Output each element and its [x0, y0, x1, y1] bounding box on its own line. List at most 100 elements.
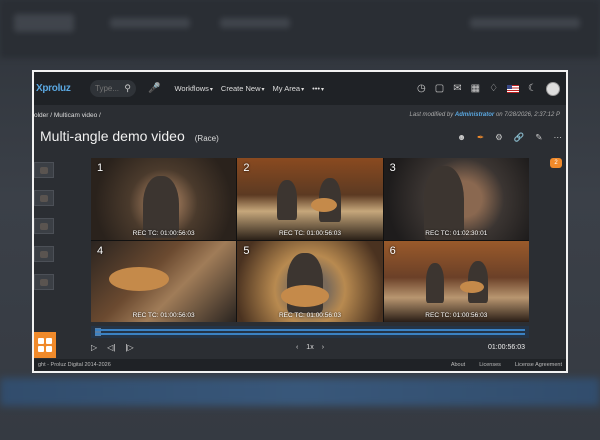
copyright: ght - Proluz Digital 2014-2026 [38, 362, 111, 368]
settings-icon[interactable]: ⚙ [495, 132, 503, 143]
chevron-down-icon: ▾ [261, 87, 265, 93]
breadcrumb-current[interactable]: Multicam video [54, 112, 97, 119]
chevron-down-icon: ▾ [301, 87, 305, 93]
camera-view-5[interactable]: 5 REC TC: 01:00:56:03 [237, 240, 383, 322]
edit-icon[interactable]: ✎ [535, 132, 542, 143]
grid-square [38, 338, 44, 344]
speed-down-icon[interactable]: ‹ [296, 344, 298, 351]
speed-value: 1x [306, 343, 314, 351]
mail-icon[interactable]: ✉ [453, 83, 461, 94]
chevron-down-icon: ▾ [209, 87, 213, 93]
menu-create-new[interactable]: Create New▾ [221, 84, 265, 93]
blurred-logo [14, 14, 74, 32]
camera-view-4[interactable]: 4 REC TC: 01:00:56:03 [91, 240, 237, 322]
performer-figure [277, 180, 298, 220]
camera-timecode: REC TC: 01:02:30:01 [425, 229, 488, 237]
menu-more-label: ••• [312, 84, 320, 93]
camera-timecode: REC TC: 01:00:56:03 [132, 229, 195, 237]
page-subtitle: (Race) [194, 134, 219, 143]
timeline-track [95, 333, 525, 335]
camera-timecode: REC TC: 01:00:56:03 [278, 229, 341, 237]
chevron-down-icon: ▾ [320, 87, 324, 93]
share-users-icon[interactable]: ☻ [457, 132, 466, 143]
bell-icon[interactable]: ♢ [489, 83, 498, 94]
camera-number: 2 [243, 162, 250, 174]
menu-my-area-label: My Area [272, 84, 301, 93]
action-toolbar: ☻ ✒ ⚙ 🔗 ✎ ⋯ [457, 132, 562, 143]
blurred-timeline [0, 378, 600, 406]
performer-figure [423, 166, 464, 240]
camera-number: 1 [97, 162, 104, 174]
multicam-grid: 1 REC TC: 01:00:56:03 2 REC TC: 01:00:56… [91, 158, 529, 322]
footer-links: About Licenses License Agreement [451, 362, 562, 368]
notification-badge[interactable]: 2 [550, 158, 562, 168]
menu-workflows[interactable]: Workflows▾ [174, 84, 212, 93]
blurred-topbar [0, 0, 600, 58]
guitar [281, 284, 330, 307]
footer-link-license-agreement[interactable]: License Agreement [515, 362, 562, 368]
speed-control: ‹ 1x › [296, 344, 324, 351]
camera-view-2[interactable]: 2 REC TC: 01:00:56:03 [237, 158, 383, 240]
grid-square [38, 346, 44, 352]
grid-square [46, 346, 52, 352]
modified-user[interactable]: Administrator [455, 112, 494, 118]
speed-up-icon[interactable]: › [322, 344, 324, 351]
camera-number: 4 [97, 244, 104, 257]
modified-suffix: on 7/28/2026, 2:37:12 P [495, 112, 560, 118]
grid-square [46, 338, 52, 344]
breadcrumb: older / Multicam video / [34, 112, 101, 119]
camera-number: 3 [389, 162, 396, 174]
app-logo[interactable]: Xproluz [36, 83, 86, 94]
search-input[interactable] [95, 84, 119, 93]
thumbnail[interactable] [34, 162, 54, 178]
guitar [459, 280, 484, 293]
calendar-icon[interactable]: ▦ [471, 83, 480, 94]
camera-timecode: REC TC: 01:00:56:03 [278, 312, 341, 319]
apps-grid-button[interactable] [34, 332, 56, 358]
title-row: Multi-angle demo video (Race) [40, 128, 219, 144]
duration-readout: 01:00:56:03 [488, 343, 525, 351]
more-icon[interactable]: ⋯ [554, 132, 563, 143]
thumbnail[interactable] [34, 274, 54, 290]
thumbnail[interactable] [34, 246, 54, 262]
us-flag-icon[interactable] [507, 84, 520, 93]
search-icon[interactable]: ⚲ [124, 83, 131, 94]
media-window: Xproluz ⚲ 🎤 Workflows▾ Create New▾ My Ar… [32, 70, 568, 373]
menu-more[interactable]: •••▾ [312, 84, 324, 93]
link-icon[interactable]: 🔗 [514, 132, 525, 143]
thumbnail[interactable] [34, 218, 54, 234]
camera-view-6[interactable]: 6 REC TC: 01:00:56:03 [383, 240, 529, 322]
blurred-menu [220, 18, 290, 28]
performer-figure [425, 262, 444, 303]
thumbnail-strip [34, 162, 54, 302]
camera-number: 6 [389, 244, 396, 257]
camera-timecode: REC TC: 01:00:56:03 [132, 312, 195, 319]
footer-link-about[interactable]: About [451, 362, 465, 368]
player-controls: ▷ ◁| |▷ ‹ 1x › 01:00:56:03 [91, 340, 529, 354]
theme-moon-icon[interactable]: ☾ [528, 83, 537, 94]
play-icon[interactable]: ▷ [91, 343, 97, 352]
last-modified-info: Last modified by Administrator on 7/28/2… [410, 112, 560, 118]
timeline-track [95, 329, 525, 331]
breadcrumb-parent[interactable]: older [34, 112, 48, 119]
toolbar-icons: ◷ ▢ ✉ ▦ ♢ ☾ [417, 81, 560, 96]
step-back-icon[interactable]: ◁| [107, 343, 115, 352]
chat-icon[interactable]: ▢ [435, 83, 444, 94]
menu-workflows-label: Workflows [174, 84, 209, 93]
blurred-icons [470, 18, 580, 28]
thumbnail[interactable] [34, 190, 54, 206]
timeline-scrubber[interactable] [91, 326, 529, 338]
search-box[interactable]: ⚲ [90, 80, 136, 97]
edit-brush-icon[interactable]: ✒ [477, 132, 484, 143]
blurred-menu [110, 18, 190, 28]
footer-link-licenses[interactable]: Licenses [479, 362, 501, 368]
history-icon[interactable]: ◷ [417, 83, 426, 94]
menu-create-new-label: Create New [220, 84, 261, 93]
menu-my-area[interactable]: My Area▾ [273, 84, 305, 93]
camera-view-3[interactable]: 3 REC TC: 01:02:30:01 [383, 158, 529, 240]
avatar[interactable] [546, 81, 560, 96]
step-forward-icon[interactable]: |▷ [125, 343, 133, 352]
footer: ght - Proluz Digital 2014-2026 About Lic… [34, 359, 566, 371]
camera-view-1[interactable]: 1 REC TC: 01:00:56:03 [91, 158, 237, 240]
microphone-icon[interactable]: 🎤 [148, 83, 160, 94]
